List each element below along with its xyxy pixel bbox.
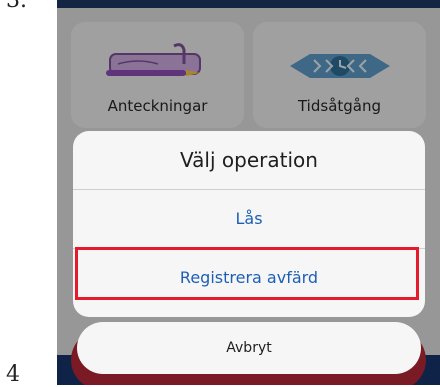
step-number-3: 3. — [6, 0, 27, 13]
step-number-4: 4 — [6, 362, 20, 387]
lock-option[interactable]: Lås — [73, 190, 425, 248]
cancel-button[interactable]: Avbryt — [77, 322, 421, 374]
highlight-frame — [75, 247, 419, 300]
action-sheet-title: Välj operation — [180, 148, 318, 172]
phone-screen: Anteckningar Tidsåtgång Välj operation L… — [57, 0, 440, 385]
